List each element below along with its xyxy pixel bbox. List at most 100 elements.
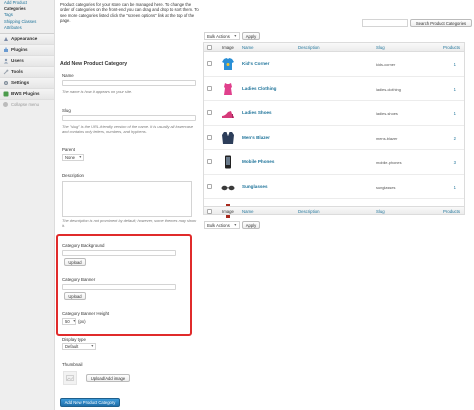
- column-description[interactable]: Description: [298, 45, 320, 50]
- apply-bulk-button[interactable]: Apply: [242, 32, 260, 40]
- table-header: Image Name Description Slug Products: [204, 43, 464, 52]
- category-name-link[interactable]: Ladies Shoes: [242, 110, 272, 115]
- category-slug: sunglasses: [376, 184, 396, 190]
- thumbnail-label: Thumbnail: [62, 362, 83, 367]
- name-label: Name: [62, 73, 74, 78]
- column-slug[interactable]: Slug: [376, 45, 385, 50]
- row-checkbox[interactable]: [207, 159, 212, 164]
- select-all-checkbox-footer[interactable]: [207, 208, 212, 214]
- category-count[interactable]: 1: [454, 87, 456, 92]
- column-slug-footer[interactable]: Slug: [376, 209, 385, 214]
- description-textarea[interactable]: [62, 181, 192, 217]
- category-slug: mens-blazer: [376, 135, 398, 141]
- table-row[interactable]: Men's Blazer mens-blazer 2: [204, 126, 464, 150]
- banner-height-select[interactable]: 50 ▼: [62, 318, 76, 325]
- users-icon: [3, 58, 9, 64]
- category-count[interactable]: 1: [454, 111, 456, 116]
- category-count[interactable]: 1: [454, 185, 456, 190]
- sidebar-item-label: Users: [11, 58, 24, 64]
- chevron-down-icon: ▼: [233, 34, 237, 38]
- column-products-footer[interactable]: Products: [443, 209, 460, 214]
- display-type-label: Display type: [62, 337, 86, 342]
- sidebar-item-settings[interactable]: Settings: [0, 77, 54, 89]
- chevron-down-icon: ▼: [72, 319, 77, 323]
- row-checkbox[interactable]: [207, 61, 212, 66]
- display-type-value: Default: [65, 344, 79, 349]
- upload-add-image-button[interactable]: Upload/Add image: [86, 374, 130, 382]
- table-row[interactable]: Mobile Phones mobile-phones 3: [204, 150, 464, 175]
- categories-table: Image Name Description Slug Products Kid…: [203, 42, 465, 218]
- parent-select[interactable]: None ▼: [62, 154, 84, 161]
- select-all-checkbox[interactable]: [207, 45, 212, 50]
- row-checkbox[interactable]: [207, 85, 212, 91]
- category-count[interactable]: 1: [454, 62, 456, 67]
- chevron-down-icon: ▼: [78, 155, 82, 159]
- row-checkbox[interactable]: [207, 134, 212, 140]
- upload-banner-button[interactable]: Upload: [64, 292, 86, 300]
- apply-bulk-button-bottom[interactable]: Apply: [242, 221, 260, 229]
- admin-sidebar: Add Product Categories Tags Shipping Cla…: [0, 0, 55, 410]
- column-name[interactable]: Name: [242, 45, 253, 50]
- row-checkbox[interactable]: [207, 110, 212, 115]
- parent-select-value: None: [65, 155, 76, 160]
- category-name-link[interactable]: Kid's Corner: [242, 61, 269, 66]
- search-categories-button[interactable]: Search Product Categories: [410, 19, 472, 27]
- description-label: Description: [62, 173, 84, 178]
- thumbnail-placeholder: [63, 371, 77, 385]
- chevron-down-icon: ▼: [233, 223, 237, 227]
- sidebar-item-appearance[interactable]: Appearance: [0, 33, 54, 45]
- name-input[interactable]: [62, 80, 196, 86]
- banner-height-value: 50: [65, 319, 70, 324]
- table-row[interactable]: Kid's Corner kids-corner 1: [204, 52, 464, 77]
- appearance-icon: [3, 36, 9, 42]
- table-row[interactable]: Ladies Clothing ladies-clothing 1: [204, 77, 464, 101]
- row-checkbox[interactable]: [207, 183, 212, 189]
- category-count[interactable]: 3: [454, 160, 456, 165]
- sidebar-item-plugins[interactable]: Plugins: [0, 44, 54, 56]
- bulk-actions-select[interactable]: Bulk Actions ▼: [204, 32, 240, 40]
- category-banner-label: Category Banner: [62, 277, 96, 282]
- category-background-label: Category Background: [62, 243, 105, 248]
- add-category-submit-button[interactable]: Add New Product Category: [60, 398, 120, 407]
- slug-description: The "slug" is the URL-friendly version o…: [62, 124, 193, 134]
- ladies-shoe-icon: [222, 111, 234, 118]
- category-slug: kids-corner: [376, 62, 396, 67]
- slug-input[interactable]: [62, 115, 196, 121]
- table-row[interactable]: Ladies Shoes ladies-shoes 1: [204, 101, 464, 126]
- bulk-actions-value: Bulk Actions: [207, 222, 230, 228]
- table-footer: Image Name Description Slug Products: [203, 206, 465, 215]
- category-name-link[interactable]: Sunglasses: [242, 184, 268, 189]
- form-title: Add New Product Category: [60, 61, 128, 67]
- category-background-input[interactable]: [62, 250, 176, 256]
- sidebar-item-bws-plugins[interactable]: BWS Plugins: [0, 88, 54, 100]
- category-slug: mobile-phones: [376, 160, 402, 165]
- banner-height-unit: (px): [78, 319, 86, 324]
- category-banner-input[interactable]: [62, 284, 176, 290]
- blazer-icon: [222, 131, 234, 144]
- table-row[interactable]: Sunglasses sunglasses 1: [204, 175, 464, 199]
- category-name-link[interactable]: Ladies Clothing: [242, 86, 276, 91]
- display-type-select[interactable]: Default ▼: [62, 343, 96, 350]
- intro-text: Product categories for your store can be…: [60, 2, 199, 23]
- upload-background-button[interactable]: Upload: [64, 258, 86, 266]
- collapse-menu-button[interactable]: Collapse menu: [0, 100, 54, 110]
- banner-height-label: Category Banner Height: [62, 311, 110, 316]
- collapse-icon: [3, 102, 8, 108]
- category-count[interactable]: 2: [454, 136, 456, 141]
- column-products[interactable]: Products: [443, 45, 460, 50]
- category-name-link[interactable]: Mobile Phones: [242, 159, 274, 164]
- sidebar-item-users[interactable]: Users: [0, 55, 54, 67]
- bulk-actions-select-bottom[interactable]: Bulk Actions ▼: [204, 221, 240, 229]
- bulk-actions-value: Bulk Actions: [207, 33, 230, 39]
- ladies-top-icon: [224, 82, 232, 95]
- parent-label: Parent: [62, 147, 75, 152]
- bws-plugins-icon: [3, 91, 9, 97]
- column-name-footer[interactable]: Name: [242, 209, 253, 214]
- search-categories-input[interactable]: [362, 19, 408, 27]
- category-name-link[interactable]: Men's Blazer: [242, 135, 270, 140]
- sidebar-item-tools[interactable]: Tools: [0, 66, 54, 78]
- category-slug: ladies-shoes: [376, 111, 398, 116]
- image-icon: [66, 375, 74, 381]
- column-description-footer[interactable]: Description: [298, 209, 320, 214]
- submenu-attributes[interactable]: Attributes: [4, 25, 54, 31]
